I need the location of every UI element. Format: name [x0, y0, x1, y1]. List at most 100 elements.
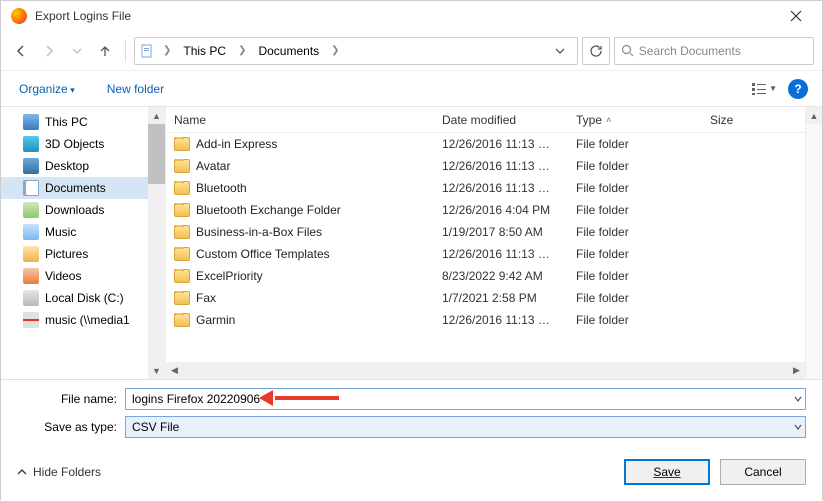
tree-item-label: Local Disk (C:): [45, 291, 124, 305]
folder-icon: [174, 181, 190, 195]
breadcrumb-documents[interactable]: Documents: [254, 42, 323, 60]
scroll-thumb[interactable]: [148, 124, 165, 184]
column-header-date[interactable]: Date modified: [442, 113, 576, 127]
recent-locations-button[interactable]: [65, 39, 89, 63]
search-box[interactable]: [614, 37, 814, 65]
pc-icon: [23, 114, 39, 130]
tree-item-label: Pictures: [45, 247, 88, 261]
horizontal-scrollbar[interactable]: ◀ ▶: [166, 362, 805, 379]
file-name-cell: ExcelPriority: [174, 269, 442, 283]
file-row[interactable]: Garmin12/26/2016 11:13 …File folder: [166, 309, 805, 331]
scroll-down-button[interactable]: ▼: [148, 362, 165, 379]
file-row[interactable]: Add-in Express12/26/2016 11:13 …File fol…: [166, 133, 805, 155]
up-button[interactable]: [93, 39, 117, 63]
file-date-cell: 1/7/2021 2:58 PM: [442, 291, 576, 305]
refresh-icon: [589, 44, 603, 58]
saveastype-select[interactable]: [125, 416, 806, 438]
tree-item-3d-objects[interactable]: 3D Objects: [1, 133, 165, 155]
close-button[interactable]: [776, 2, 816, 30]
scroll-up-button[interactable]: ▲: [806, 107, 822, 124]
titlebar: Export Logins File: [1, 1, 822, 31]
tree-item-label: Desktop: [45, 159, 89, 173]
file-name-label: Bluetooth: [196, 181, 247, 195]
chevron-down-icon: [72, 46, 82, 56]
chevron-down-icon: [794, 395, 802, 403]
tree-item-desktop[interactable]: Desktop: [1, 155, 165, 177]
net-icon: [23, 312, 39, 328]
breadcrumb-this-pc[interactable]: This PC: [179, 42, 230, 60]
scroll-left-button[interactable]: ◀: [166, 362, 183, 379]
hide-folders-toggle[interactable]: Hide Folders: [17, 465, 101, 479]
tree-item-music[interactable]: Music: [1, 221, 165, 243]
folder-icon: [174, 247, 190, 261]
tree-item-videos[interactable]: Videos: [1, 265, 165, 287]
tree-item-label: Music: [45, 225, 76, 239]
saveastype-label: Save as type:: [17, 420, 117, 434]
file-row[interactable]: Business-in-a-Box Files1/19/2017 8:50 AM…: [166, 221, 805, 243]
column-header-type[interactable]: Type ˄: [576, 113, 710, 127]
music-icon: [23, 224, 39, 240]
filename-label: File name:: [17, 392, 117, 406]
vertical-scrollbar[interactable]: ▲: [805, 107, 822, 379]
tree-item-this-pc[interactable]: This PC: [1, 111, 165, 133]
file-date-cell: 12/26/2016 11:13 …: [442, 247, 576, 261]
filename-input[interactable]: [125, 388, 806, 410]
file-name-cell: Avatar: [174, 159, 442, 173]
refresh-button[interactable]: [582, 37, 610, 65]
file-type-cell: File folder: [576, 269, 710, 283]
file-type-cell: File folder: [576, 159, 710, 173]
forward-button[interactable]: [37, 39, 61, 63]
address-dropdown[interactable]: [555, 46, 573, 56]
file-name-cell: Bluetooth Exchange Folder: [174, 203, 442, 217]
file-name-cell: Custom Office Templates: [174, 247, 442, 261]
file-row[interactable]: Avatar12/26/2016 11:13 …File folder: [166, 155, 805, 177]
file-name-label: Business-in-a-Box Files: [196, 225, 322, 239]
body-area: This PC3D Objects Desktop DocumentsDownloa…: [1, 107, 822, 379]
chevron-down-icon: [794, 423, 802, 431]
file-row[interactable]: Bluetooth Exchange Folder12/26/2016 4:04…: [166, 199, 805, 221]
chevron-right-icon: ❯: [329, 45, 341, 56]
chevron-right-icon: ❯: [236, 45, 248, 56]
save-button[interactable]: Save: [624, 459, 710, 485]
filename-dropdown[interactable]: [790, 388, 806, 410]
folder-icon: [174, 225, 190, 239]
address-bar[interactable]: ❯ This PC ❯ Documents ❯: [134, 37, 578, 65]
tree-item-label: Videos: [45, 269, 81, 283]
folder-icon: [174, 313, 190, 327]
column-header-size[interactable]: Size: [710, 113, 805, 127]
arrow-left-icon: [14, 44, 28, 58]
back-button[interactable]: [9, 39, 33, 63]
toolbar: Organize New folder ▼ ?: [1, 71, 822, 107]
scroll-up-button[interactable]: ▲: [148, 107, 165, 124]
tree-item-documents[interactable]: Documents: [1, 177, 165, 199]
tree-item-local-disk-c-[interactable]: Local Disk (C:): [1, 287, 165, 309]
file-name-cell: Bluetooth: [174, 181, 442, 195]
file-date-cell: 12/26/2016 11:13 …: [442, 313, 576, 327]
bottom-bar: Hide Folders Save Cancel: [1, 443, 822, 501]
cancel-button[interactable]: Cancel: [720, 459, 806, 485]
files-panel: Name Date modified Type ˄ Size Add-in Ex…: [166, 107, 805, 379]
file-row[interactable]: Custom Office Templates12/26/2016 11:13 …: [166, 243, 805, 265]
new-folder-button[interactable]: New folder: [103, 78, 168, 100]
tree-item-music-media1[interactable]: music (\\media1: [1, 309, 165, 331]
arrow-up-icon: [98, 44, 112, 58]
saveastype-dropdown[interactable]: [790, 416, 806, 438]
pics-icon: [23, 246, 39, 262]
view-options-button[interactable]: ▼: [750, 78, 778, 100]
search-input[interactable]: [639, 44, 807, 58]
file-name-cell: Add-in Express: [174, 137, 442, 151]
chevron-down-icon: ▼: [769, 84, 777, 93]
file-row[interactable]: ExcelPriority8/23/2022 9:42 AMFile folde…: [166, 265, 805, 287]
breadcrumb-label: Documents: [258, 44, 319, 58]
tree-item-pictures[interactable]: Pictures: [1, 243, 165, 265]
help-button[interactable]: ?: [788, 79, 808, 99]
file-row[interactable]: Bluetooth12/26/2016 11:13 …File folder: [166, 177, 805, 199]
column-header-name[interactable]: Name: [174, 113, 442, 127]
file-row[interactable]: Fax1/7/2021 2:58 PMFile folder: [166, 287, 805, 309]
close-icon: [790, 10, 802, 22]
column-headers: Name Date modified Type ˄ Size: [166, 107, 805, 133]
scroll-right-button[interactable]: ▶: [788, 362, 805, 379]
organize-menu[interactable]: Organize: [15, 78, 79, 100]
tree-item-downloads[interactable]: Downloads: [1, 199, 165, 221]
sort-indicator-icon: ˄: [606, 115, 611, 125]
